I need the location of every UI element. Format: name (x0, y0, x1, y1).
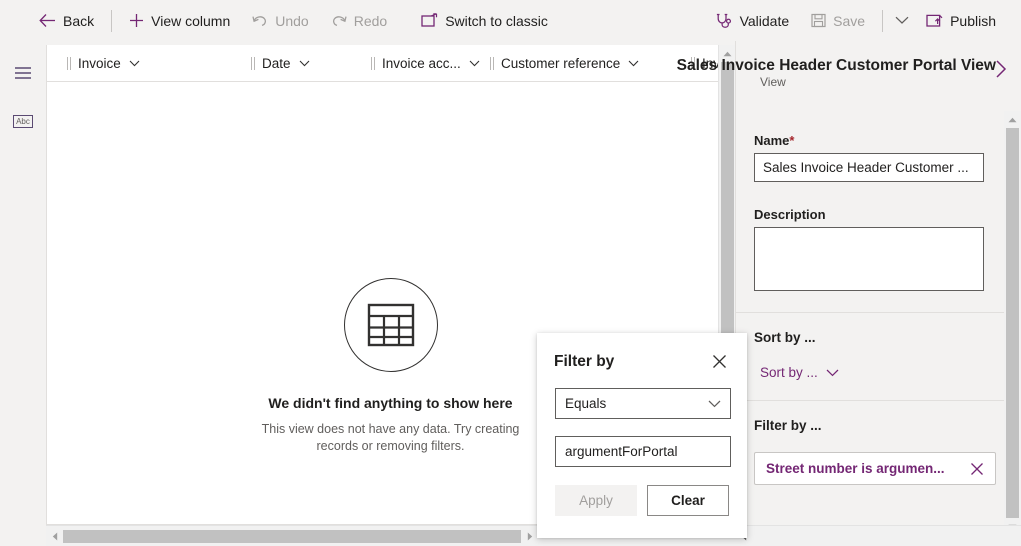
flyout-caret (735, 362, 744, 380)
abc-icon: Abc (13, 114, 33, 128)
properties-panel-body: Name* Description Sort by ... Sort by ..… (736, 111, 1021, 546)
panel-horizontal-scrollbar[interactable] (735, 525, 1021, 546)
filter-value-input[interactable] (555, 436, 731, 467)
clear-button[interactable]: Clear (647, 485, 729, 516)
publish-button[interactable]: Publish (915, 2, 1007, 40)
save-label: Save (833, 12, 866, 29)
switch-to-classic-button[interactable]: Switch to classic (410, 2, 559, 40)
scroll-left-button[interactable] (46, 526, 63, 546)
scroll-right-button[interactable] (521, 526, 538, 546)
description-field-label: Description (754, 207, 826, 222)
properties-panel: Sales Invoice Header Customer Portal Vie… (677, 41, 1021, 546)
filter-chip-label: Street number is argumen... (766, 461, 945, 476)
save-disk-icon (811, 13, 826, 28)
validate-label: Validate (739, 12, 790, 29)
name-input[interactable] (754, 153, 984, 182)
panel-vertical-scrollbar[interactable] (1004, 111, 1021, 546)
panel-title: Sales Invoice Header Customer Portal Vie… (676, 57, 996, 74)
chevron-down-icon (895, 16, 909, 25)
redo-label: Redo (353, 12, 388, 29)
back-button[interactable]: Back (28, 2, 105, 40)
command-bar-divider-2 (882, 9, 884, 32)
table-grid-icon (367, 303, 415, 347)
scroll-up-button[interactable] (1004, 111, 1021, 128)
rail-abc-button[interactable]: Abc (0, 101, 46, 141)
column-drag-handle-icon (67, 56, 71, 70)
close-icon[interactable] (709, 351, 730, 372)
grid-hscroll-thumb[interactable] (63, 529, 521, 543)
filter-operator-select[interactable]: Equals (555, 388, 731, 419)
chevron-down-icon (826, 369, 839, 377)
open-external-icon (421, 13, 438, 28)
column-header-label: Date (262, 55, 291, 71)
sort-by-dropdown[interactable]: Sort by ... (760, 365, 1003, 380)
panel-section-sort-by: Sort by ... Sort by ... (736, 313, 1021, 401)
command-bar-divider-1 (111, 9, 113, 32)
filter-dialog-header: Filter by (537, 333, 747, 372)
chevron-down-icon (469, 60, 480, 67)
close-icon[interactable] (970, 462, 984, 476)
filter-dialog-title: Filter by (554, 352, 615, 370)
column-header-label: Invoice (78, 55, 121, 71)
column-header-label: Invoice acc... (382, 55, 461, 71)
publish-label: Publish (950, 12, 996, 29)
undo-icon (252, 13, 268, 28)
empty-state-title: We didn't find anything to show here (268, 395, 513, 411)
column-drag-handle-icon (251, 56, 255, 70)
chevron-down-icon (129, 60, 140, 67)
filter-by-dialog: Filter by Equals Apply Clear (537, 333, 747, 538)
view-column-label: View column (151, 12, 231, 29)
apply-button[interactable]: Apply (555, 485, 637, 516)
filter-dialog-buttons: Apply Clear (555, 485, 747, 516)
panel-expand-button[interactable] (993, 59, 1009, 84)
empty-state-icon-circle (343, 278, 438, 372)
left-rail: Abc (0, 41, 46, 546)
properties-panel-header: Sales Invoice Header Customer Portal Vie… (677, 41, 1021, 104)
column-header-invoice[interactable]: Invoice (67, 45, 140, 82)
back-label: Back (63, 12, 95, 29)
view-column-button[interactable]: View column (118, 2, 241, 40)
panel-scroll-thumb[interactable] (1006, 128, 1019, 518)
redo-button[interactable]: Redo (320, 2, 398, 40)
view-designer-app: Back View column Undo Redo Switch to cla… (0, 0, 1021, 546)
command-bar-right-group: Validate Save Publish (705, 2, 1021, 40)
column-header-invoice-account[interactable]: Invoice acc... (371, 45, 480, 82)
panel-section-name-description: Name* Description (736, 111, 1021, 313)
save-options-dropdown-button[interactable] (889, 2, 915, 40)
switch-to-classic-label: Switch to classic (445, 12, 548, 29)
filter-by-title: Filter by ... (754, 418, 822, 433)
undo-label: Undo (275, 12, 309, 29)
column-drag-handle-icon (371, 56, 375, 70)
hamburger-icon (13, 66, 33, 80)
required-asterisk: * (789, 133, 795, 148)
sort-by-title: Sort by ... (754, 330, 816, 345)
chevron-down-icon (708, 400, 721, 408)
sort-by-link-label: Sort by ... (760, 365, 818, 380)
command-bar-left-group: Back View column Undo Redo Switch to cla… (0, 2, 559, 40)
name-field-label: Name* (754, 133, 1003, 148)
arrow-left-icon (39, 13, 56, 28)
publish-icon (926, 13, 943, 28)
chevron-down-icon (299, 60, 310, 67)
validate-button[interactable]: Validate (705, 2, 801, 40)
filter-operator-value: Equals (565, 396, 607, 411)
panel-section-filter-by: Filter by ... Street number is argumen..… (736, 401, 1021, 501)
column-drag-handle-icon (490, 56, 494, 70)
filter-chip[interactable]: Street number is argumen... (754, 452, 996, 485)
undo-button[interactable]: Undo (241, 2, 319, 40)
save-button[interactable]: Save (800, 2, 876, 40)
plus-icon (129, 13, 144, 28)
empty-state-subtitle: This view does not have any data. Try cr… (261, 422, 520, 453)
name-label-text: Name (754, 133, 790, 148)
rail-menu-button[interactable] (0, 53, 46, 93)
redo-icon (331, 13, 347, 28)
command-bar: Back View column Undo Redo Switch to cla… (0, 0, 1021, 41)
stethoscope-icon (716, 13, 733, 29)
column-header-date[interactable]: Date (251, 45, 310, 82)
panel-subtitle: View (760, 75, 786, 89)
description-textarea[interactable] (754, 227, 984, 291)
